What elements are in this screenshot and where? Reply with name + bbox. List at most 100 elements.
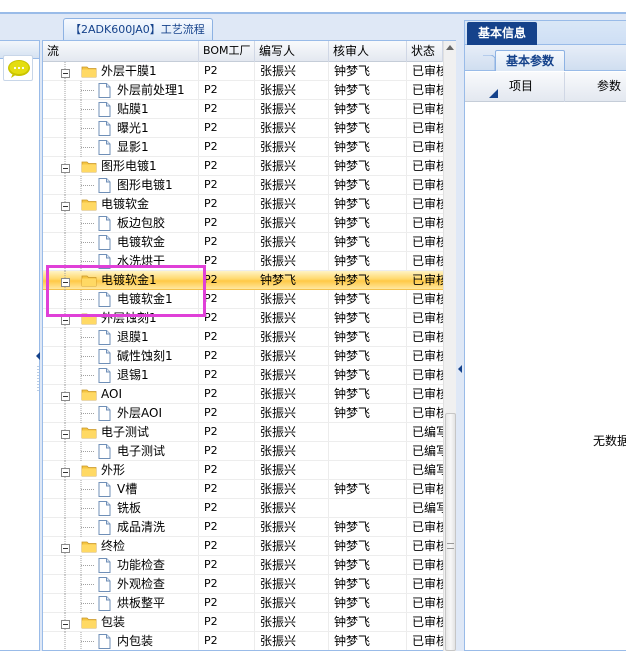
- chat-button[interactable]: [3, 55, 33, 81]
- status-cell: 已审核: [412, 596, 443, 610]
- reviewer-cell: 钟梦飞: [334, 330, 371, 344]
- tree-group-row[interactable]: 包装 P2 张振兴 钟梦飞 已审核: [43, 613, 443, 632]
- tree-node-label: 图形电镀1: [101, 159, 157, 173]
- tree-node-label: 包装: [101, 615, 126, 629]
- author-cell: 张振兴: [260, 444, 297, 458]
- tree-group-row[interactable]: 图形电镀1 P2 张振兴 钟梦飞 已审核: [43, 157, 443, 176]
- folder-icon: [81, 616, 97, 632]
- center-splitter[interactable]: [456, 20, 464, 651]
- document-icon: [98, 254, 111, 272]
- bom-cell: P2: [204, 406, 218, 419]
- column-header-author[interactable]: 编写人: [255, 41, 329, 62]
- tree-step-row[interactable]: 外层AOI P2 张振兴 钟梦飞 已审核: [43, 404, 443, 423]
- tree-step-row[interactable]: 退膜1 P2 张振兴 钟梦飞 已审核: [43, 328, 443, 347]
- tree-expand-icon[interactable]: [61, 466, 70, 480]
- subtab-basic-params[interactable]: 基本参数: [495, 50, 565, 71]
- tree-group-row[interactable]: 终检 P2 张振兴 钟梦飞 已审核: [43, 537, 443, 556]
- right-panel: 基本信息 基本参数 项目 参数 无数据: [464, 20, 626, 651]
- tree-node-label: 外层AOI: [117, 406, 162, 420]
- scroll-up-arrow-icon[interactable]: [446, 45, 454, 50]
- reviewer-cell: 钟梦飞: [334, 178, 371, 192]
- tree-expand-icon[interactable]: [61, 314, 70, 328]
- tree-step-row[interactable]: 电镀软金1 P2 张振兴 钟梦飞 已审核: [43, 290, 443, 309]
- author-cell: 张振兴: [260, 634, 297, 648]
- tree-expand-icon[interactable]: [61, 618, 70, 632]
- tree-group-row[interactable]: 电镀软金 P2 张振兴 钟梦飞 已审核: [43, 195, 443, 214]
- document-icon: [98, 102, 111, 120]
- tree-step-row[interactable]: 功能检查 P2 张振兴 钟梦飞 已审核: [43, 556, 443, 575]
- tree-group-row[interactable]: 外层干膜1 P2 张振兴 钟梦飞 已审核: [43, 62, 443, 81]
- bom-cell: P2: [204, 539, 218, 552]
- tree-group-row[interactable]: 电子测试 P2 张振兴 已编写: [43, 423, 443, 442]
- status-cell: 已审核: [412, 634, 443, 648]
- tree-group-row[interactable]: AOI P2 张振兴 钟梦飞 已审核: [43, 385, 443, 404]
- status-cell: 已审核: [412, 406, 443, 420]
- bom-cell: P2: [204, 64, 218, 77]
- tree-expand-icon[interactable]: [61, 162, 70, 176]
- bom-cell: P2: [204, 121, 218, 134]
- tree-expand-icon[interactable]: [61, 542, 70, 556]
- column-header-status[interactable]: 状态: [407, 41, 443, 62]
- left-splitter-grip[interactable]: [36, 352, 41, 392]
- grid-vertical-scrollbar[interactable]: [443, 41, 456, 651]
- tree-step-row[interactable]: V槽 P2 张振兴 钟梦飞 已审核: [43, 480, 443, 499]
- tab-basic-info[interactable]: 基本信息: [467, 22, 537, 45]
- tree-step-row[interactable]: 外层前处理1 P2 张振兴 钟梦飞 已审核: [43, 81, 443, 100]
- scroll-thumb[interactable]: [445, 413, 456, 651]
- column-header-param[interactable]: 参数: [589, 72, 626, 102]
- tree-step-row[interactable]: 烘板整平 P2 张振兴 钟梦飞 已审核: [43, 594, 443, 613]
- tree-step-row[interactable]: 显影1 P2 张振兴 钟梦飞 已审核: [43, 138, 443, 157]
- tree-expand-icon[interactable]: [61, 276, 70, 290]
- tree-step-row[interactable]: 外观检查 P2 张振兴 钟梦飞 已审核: [43, 575, 443, 594]
- tree-node-label: 退膜1: [117, 330, 149, 344]
- tree-step-row[interactable]: 退锡1 P2 张振兴 钟梦飞 已审核: [43, 366, 443, 385]
- tree-step-row[interactable]: 曝光1 P2 张振兴 钟梦飞 已审核: [43, 119, 443, 138]
- document-icon: [98, 330, 111, 348]
- tree-group-row[interactable]: 电镀软金1 P2 钟梦飞 钟梦飞 已审核: [43, 271, 443, 290]
- column-header-flow[interactable]: 流: [43, 41, 199, 62]
- tree-step-row[interactable]: 碱性蚀刻1 P2 张振兴 钟梦飞 已审核: [43, 347, 443, 366]
- tree-expand-icon[interactable]: [61, 428, 70, 442]
- reviewer-cell: 钟梦飞: [334, 615, 371, 629]
- tree-step-row[interactable]: 水洗烘干 P2 张振兴 钟梦飞 已审核: [43, 252, 443, 271]
- subtab-scroll-icon[interactable]: [471, 55, 495, 71]
- tree-expand-icon[interactable]: [61, 390, 70, 404]
- tree-node-label: 图形电镀1: [117, 178, 173, 192]
- tree-step-row[interactable]: 电镀软金 P2 张振兴 钟梦飞 已审核: [43, 233, 443, 252]
- tree-step-row[interactable]: 图形电镀1 P2 张振兴 钟梦飞 已审核: [43, 176, 443, 195]
- tree-group-row[interactable]: 外层蚀刻1 P2 张振兴 钟梦飞 已审核: [43, 309, 443, 328]
- tree-step-row[interactable]: 电子测试 P2 张振兴 已编写: [43, 442, 443, 461]
- tree-step-row[interactable]: 铣板 P2 张振兴 已编写: [43, 499, 443, 518]
- tree-expand-icon[interactable]: [61, 200, 70, 214]
- splitter-collapse-icon[interactable]: [458, 365, 462, 373]
- document-icon: [98, 406, 111, 424]
- tree-node-label: 外层前处理1: [117, 83, 185, 97]
- tree-node-label: 碱性蚀刻1: [117, 349, 173, 363]
- tree-step-row[interactable]: 内包装 P2 张振兴 钟梦飞 已审核: [43, 632, 443, 650]
- workflow-tab[interactable]: 【2ADK600JA0】工艺流程: [63, 18, 213, 40]
- tree-step-row[interactable]: 成品清洗 P2 张振兴 钟梦飞 已审核: [43, 518, 443, 537]
- tree-step-row[interactable]: 板边包胶 P2 张振兴 钟梦飞 已审核: [43, 214, 443, 233]
- tree-group-row[interactable]: 外形 P2 张振兴 已编写: [43, 461, 443, 480]
- status-cell: 已编写: [412, 425, 443, 439]
- author-cell: 张振兴: [260, 387, 297, 401]
- column-header-bom[interactable]: BOM工厂: [199, 41, 255, 62]
- bom-cell: P2: [204, 520, 218, 533]
- status-cell: 已审核: [412, 520, 443, 534]
- tree-node-label: 成品清洗: [117, 520, 166, 534]
- tree-node-label: 水洗烘干: [117, 254, 166, 268]
- reviewer-cell: 钟梦飞: [334, 539, 371, 553]
- status-cell: 已审核: [412, 254, 443, 268]
- author-cell: 张振兴: [260, 368, 297, 382]
- tree-step-row[interactable]: 贴膜1 P2 张振兴 钟梦飞 已审核: [43, 100, 443, 119]
- reviewer-cell: [330, 442, 406, 461]
- reviewer-cell: 钟梦飞: [334, 311, 371, 325]
- document-icon: [98, 216, 111, 234]
- status-cell: 已审核: [412, 558, 443, 572]
- tree-expand-icon[interactable]: [61, 67, 70, 81]
- tree-node-label: 贴膜1: [117, 102, 149, 116]
- column-header-item[interactable]: 项目: [501, 72, 565, 102]
- tree-node-label: 功能检查: [117, 558, 166, 572]
- column-header-reviewer[interactable]: 核审人: [329, 41, 407, 62]
- author-cell: 张振兴: [260, 83, 297, 97]
